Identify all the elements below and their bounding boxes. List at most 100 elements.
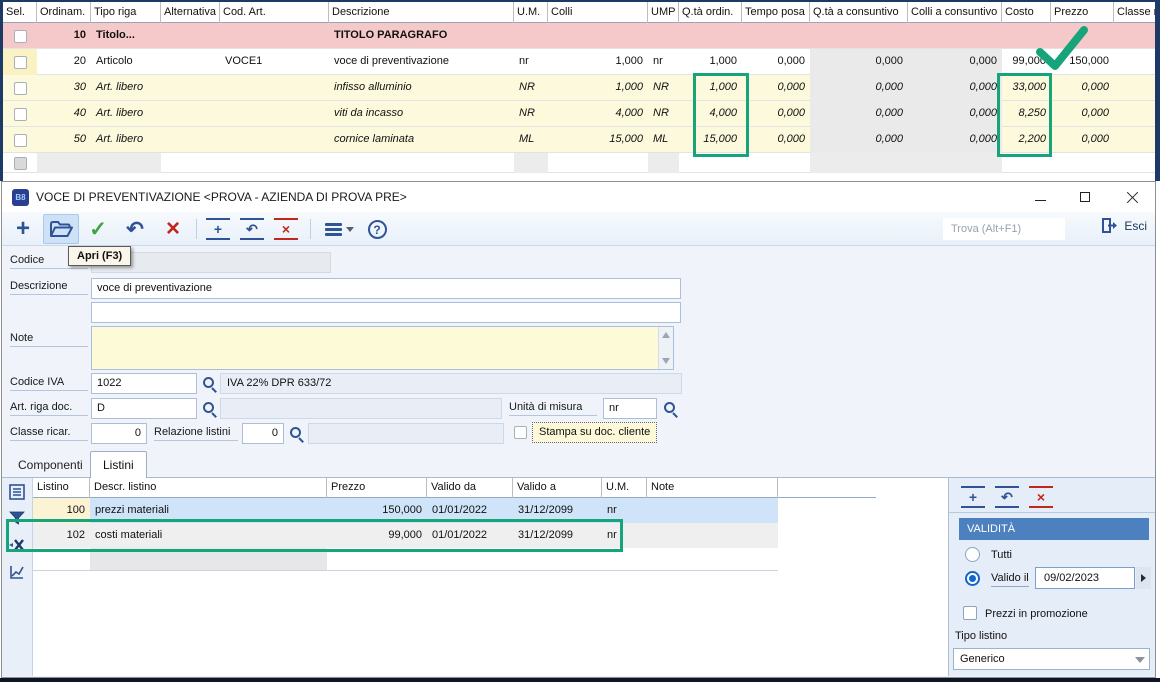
codice-iva-input[interactable]: 1022 (91, 373, 197, 394)
cell-colli[interactable]: 1,000 (548, 75, 648, 101)
cell-descrizione[interactable]: cornice laminata (329, 127, 514, 153)
cell-tempo-posa[interactable] (742, 153, 810, 173)
cell-qta-consuntivo[interactable]: 0,000 (810, 101, 908, 127)
table-row-articolo[interactable]: 20 Articolo VOCE1 voce di preventivazion… (3, 49, 1155, 75)
unita-misura-search-icon[interactable] (663, 401, 678, 416)
col-ordinam[interactable]: Ordinam. (37, 2, 91, 23)
cell-colli-consuntivo[interactable]: 0,000 (908, 127, 1002, 153)
cell-qta-consuntivo[interactable]: 0,000 (810, 127, 908, 153)
tab-listini[interactable]: Listini (90, 451, 147, 478)
trova-shortcut-field[interactable]: Trova (Alt+F1) (943, 218, 1065, 240)
cell-qta-consuntivo[interactable]: 0,000 (810, 49, 908, 75)
descrizione-input[interactable]: voce di preventivazione (91, 278, 681, 299)
row-undo-button[interactable]: ↶ (240, 214, 264, 244)
open-button[interactable] (43, 214, 79, 244)
cell-tipo-riga[interactable]: Art. libero (91, 127, 161, 153)
row-add-button[interactable]: + (206, 214, 230, 244)
cell-tempo-posa[interactable]: 0,000 (742, 101, 810, 127)
cell-colli-consuntivo[interactable]: 0,000 (908, 75, 1002, 101)
cell-classe[interactable] (1114, 75, 1155, 101)
col-qta-consuntivo[interactable]: Q.tà a consuntivo (810, 2, 908, 23)
cell-tipo-riga[interactable]: Articolo (91, 49, 161, 75)
cell-ump[interactable] (648, 153, 679, 173)
col-cod-art[interactable]: Cod. Art. (220, 2, 329, 23)
cell-note[interactable] (647, 498, 778, 523)
dialog-titlebar[interactable]: B8 VOCE DI PREVENTIVAZIONE <PROVA - AZIE… (2, 182, 1155, 212)
cell-um[interactable]: nr (514, 49, 548, 75)
add-button[interactable]: + (10, 214, 36, 244)
col-tempo-posa[interactable]: Tempo posa (742, 2, 810, 23)
esci-button[interactable]: Esci (1100, 217, 1147, 234)
cell-qta-ordin[interactable] (679, 23, 742, 49)
radio-valido-il[interactable] (965, 571, 980, 586)
radio-valido-il-label[interactable]: Valido il (991, 572, 1029, 587)
row-delete-button[interactable]: × (274, 214, 298, 244)
scroll-down-icon[interactable] (662, 358, 670, 364)
cell-classe[interactable] (1114, 153, 1155, 173)
relazione-search-icon[interactable] (289, 426, 304, 441)
cell-alternativa[interactable] (161, 23, 220, 49)
tipo-listino-select[interactable]: Generico (953, 648, 1150, 670)
col-qta-ordin[interactable]: Q.tà ordin. (679, 2, 742, 23)
close-button[interactable] (1117, 186, 1147, 208)
col-prezzo[interactable]: Prezzo (1051, 2, 1114, 23)
note-textarea[interactable] (91, 326, 674, 370)
prezzi-promozione-checkbox[interactable] (963, 606, 977, 620)
valido-il-date-input[interactable]: 09/02/2023 (1035, 567, 1135, 589)
stampa-checkbox[interactable] (514, 426, 527, 439)
cell-colli[interactable]: 15,000 (548, 127, 648, 153)
cell-tempo-posa[interactable] (742, 23, 810, 49)
minimize-button[interactable] (1025, 186, 1055, 208)
menu-button[interactable] (320, 214, 358, 244)
cell-ump[interactable]: NR (648, 75, 679, 101)
codice-iva-search-icon[interactable] (202, 376, 217, 391)
cell-cod-art[interactable] (220, 127, 329, 153)
cell-colli-consuntivo[interactable] (908, 153, 1002, 173)
table-row-art-libero[interactable]: 50 Art. libero cornice laminata ML 15,00… (3, 127, 1155, 153)
col-listino[interactable]: Listino (33, 478, 90, 498)
col-valido-a[interactable]: Valido a (513, 478, 602, 498)
cell-ordinam[interactable]: 10 (37, 23, 91, 49)
row-select-checkbox[interactable] (14, 56, 27, 69)
cell-ordinam[interactable]: 20 (37, 49, 91, 75)
cell-ordinam[interactable]: 50 (37, 127, 91, 153)
cell-alternativa[interactable] (161, 153, 220, 173)
col-note[interactable]: Note (647, 478, 778, 498)
chart-button[interactable] (7, 562, 27, 582)
cell-qta-consuntivo[interactable]: 0,000 (810, 75, 908, 101)
cell-classe[interactable] (1114, 23, 1155, 49)
table-row-art-libero[interactable]: 30 Art. libero infisso alluminio NR 1,00… (3, 75, 1155, 101)
cell-qta-consuntivo[interactable] (810, 153, 908, 173)
cell-ordinam[interactable]: 40 (37, 101, 91, 127)
confirm-button[interactable]: ✓ (84, 214, 112, 244)
cell-cod-art[interactable] (220, 75, 329, 101)
cell-colli-consuntivo[interactable]: 0,000 (908, 49, 1002, 75)
cell-tempo-posa[interactable]: 0,000 (742, 75, 810, 101)
descrizione-input-2[interactable] (91, 302, 681, 323)
cell-ordinam[interactable] (37, 153, 91, 173)
col-alternativa[interactable]: Alternativa (161, 2, 220, 23)
cell-um[interactable]: ML (514, 127, 548, 153)
undo-button[interactable]: ↶ (118, 214, 152, 244)
col-costo[interactable]: Costo (1002, 2, 1051, 23)
col-tipo-riga[interactable]: Tipo riga (91, 2, 161, 23)
cell-prezzo[interactable]: 0,000 (1051, 75, 1114, 101)
cell-colli[interactable] (548, 23, 648, 49)
cell-cod-art[interactable]: VOCE1 (220, 49, 329, 75)
cell-descrizione[interactable]: infisso alluminio (329, 75, 514, 101)
art-riga-search-icon[interactable] (202, 401, 217, 416)
cell-alternativa[interactable] (161, 127, 220, 153)
cell-ordinam[interactable]: 30 (37, 75, 91, 101)
cell-colli-consuntivo[interactable] (908, 23, 1002, 49)
row-select-checkbox[interactable] (14, 82, 27, 95)
scroll-up-icon[interactable] (662, 332, 670, 338)
cell-colli-consuntivo[interactable]: 0,000 (908, 101, 1002, 127)
classe-ricar-input[interactable]: 0 (91, 423, 147, 444)
col-colli[interactable]: Colli (548, 2, 648, 23)
cell-tipo-riga[interactable]: Art. libero (91, 101, 161, 127)
cell-ump[interactable] (648, 23, 679, 49)
help-button[interactable]: ? (364, 214, 390, 244)
maximize-button[interactable] (1070, 186, 1100, 208)
cell-um[interactable]: NR (514, 101, 548, 127)
col-um[interactable]: U.M. (514, 2, 548, 23)
